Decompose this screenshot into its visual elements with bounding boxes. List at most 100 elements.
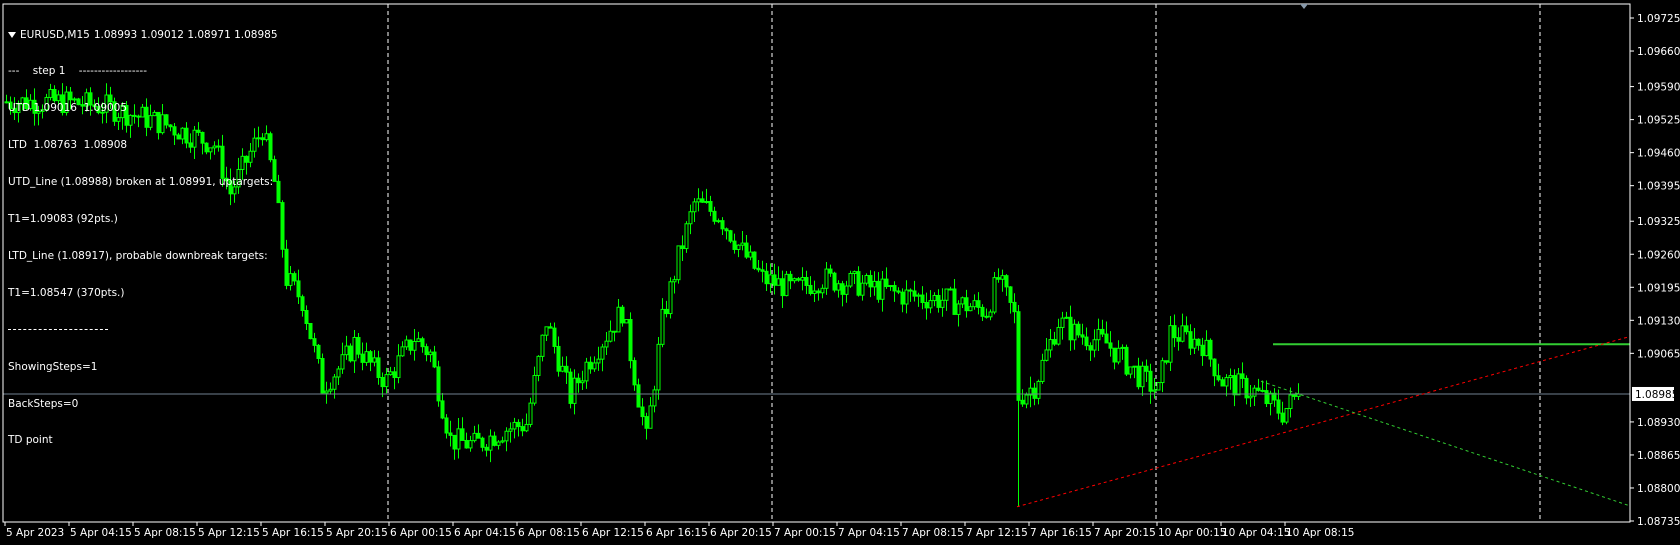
candle-body — [620, 306, 625, 324]
candle-body — [616, 306, 621, 333]
candle-body — [336, 368, 341, 378]
candle-body — [624, 318, 629, 324]
x-tick-label: 6 Apr 08:15 — [518, 527, 580, 539]
candle-body — [1208, 339, 1213, 360]
candle-body — [608, 330, 613, 342]
ltd-line-status: LTD_Line (1.08917), probable downbreak t… — [8, 249, 268, 262]
candle-body — [556, 345, 561, 372]
candle-body — [468, 440, 473, 449]
back-steps: BackSteps=0 — [8, 397, 79, 410]
x-tick-label: 7 Apr 04:15 — [838, 527, 900, 539]
candle-body — [636, 384, 641, 408]
candle-body — [888, 285, 893, 288]
candle-body — [1220, 379, 1225, 387]
candle-body — [968, 306, 973, 312]
showing-steps: ShowingSteps=1 — [8, 360, 98, 373]
candle-body — [640, 406, 645, 418]
candle-body — [1056, 326, 1061, 345]
candle-body — [740, 242, 745, 246]
candle-body — [984, 315, 989, 318]
y-tick-label: 1.09525 — [1637, 115, 1680, 127]
candle-body — [1124, 346, 1129, 375]
candle-body — [548, 326, 553, 329]
candle-body — [344, 345, 349, 356]
candle-body — [500, 440, 505, 443]
candle-body — [1012, 301, 1017, 313]
candle-body — [332, 376, 337, 390]
candle-body — [760, 269, 765, 272]
candle-body — [536, 355, 541, 376]
collapse-triangle-icon[interactable] — [8, 31, 16, 38]
x-tick-label: 6 Apr 00:15 — [390, 527, 452, 539]
candle-body — [532, 374, 537, 404]
candle-body — [844, 285, 849, 295]
candle-body — [692, 201, 697, 213]
candle-body — [540, 334, 545, 357]
candle-body — [772, 274, 777, 286]
candle-body — [948, 288, 953, 291]
candle-body — [1172, 325, 1177, 339]
candle-body — [1060, 317, 1065, 328]
candle-body — [564, 365, 569, 373]
candle-body — [744, 242, 749, 258]
down-target-t1: T1=1.08547 (370pts.) — [8, 286, 125, 299]
candle-body — [1080, 334, 1085, 338]
candle-body — [668, 281, 673, 315]
candle-body — [748, 251, 753, 258]
candle-body — [356, 336, 361, 355]
candle-body — [808, 284, 813, 294]
candle-body — [388, 371, 393, 376]
candle-body — [1248, 395, 1253, 399]
candle-body — [492, 435, 497, 446]
candle-body — [460, 428, 465, 441]
candle-body — [688, 211, 693, 225]
y-tick-label: 1.09395 — [1637, 181, 1680, 193]
candle-body — [1040, 359, 1045, 382]
candle-body — [476, 432, 481, 439]
candle-body — [964, 297, 969, 312]
candle-body — [860, 282, 865, 296]
x-tick-label: 6 Apr 12:15 — [582, 527, 644, 539]
candle-body — [572, 377, 577, 404]
candle-body — [308, 322, 313, 340]
y-tick-label: 1.09195 — [1637, 282, 1680, 294]
x-tick-label: 10 Apr 04:15 — [1222, 527, 1290, 539]
candle-body — [568, 371, 573, 404]
candle-body — [480, 437, 485, 448]
candle-body — [916, 294, 921, 297]
candle-body — [932, 294, 937, 302]
candle-body — [1236, 373, 1241, 396]
candle-body — [576, 377, 581, 384]
candle-body — [456, 428, 461, 450]
x-tick-label: 7 Apr 12:15 — [966, 527, 1028, 539]
candle-body — [292, 273, 297, 282]
candle-body — [840, 283, 845, 295]
candle-body — [676, 245, 681, 281]
candle-body — [516, 421, 521, 428]
y-tick-label: 1.09460 — [1637, 148, 1680, 160]
candle-body — [396, 355, 401, 379]
candle-body — [788, 273, 793, 282]
candle-body — [1052, 339, 1057, 345]
candle-body — [804, 276, 809, 286]
candle-body — [736, 244, 741, 250]
candle-body — [552, 327, 557, 347]
candle-body — [584, 361, 589, 382]
candle-body — [1228, 375, 1233, 379]
candle-body — [592, 362, 597, 370]
candle-body — [440, 400, 445, 419]
candle-body — [928, 300, 933, 309]
y-tick-label: 1.09725 — [1637, 13, 1680, 25]
y-tick-label: 1.09260 — [1637, 249, 1680, 261]
candle-body — [716, 220, 721, 223]
candle-body — [1212, 358, 1217, 377]
candle-body — [1136, 365, 1141, 388]
candle-body — [848, 272, 853, 287]
candle-body — [1104, 333, 1109, 344]
candle-body — [348, 345, 353, 362]
y-tick-label: 1.09590 — [1637, 82, 1680, 94]
candle-body — [712, 210, 717, 222]
y-tick-label: 1.08865 — [1637, 450, 1680, 462]
candle-body — [1032, 387, 1037, 399]
candle-body — [1160, 360, 1165, 384]
